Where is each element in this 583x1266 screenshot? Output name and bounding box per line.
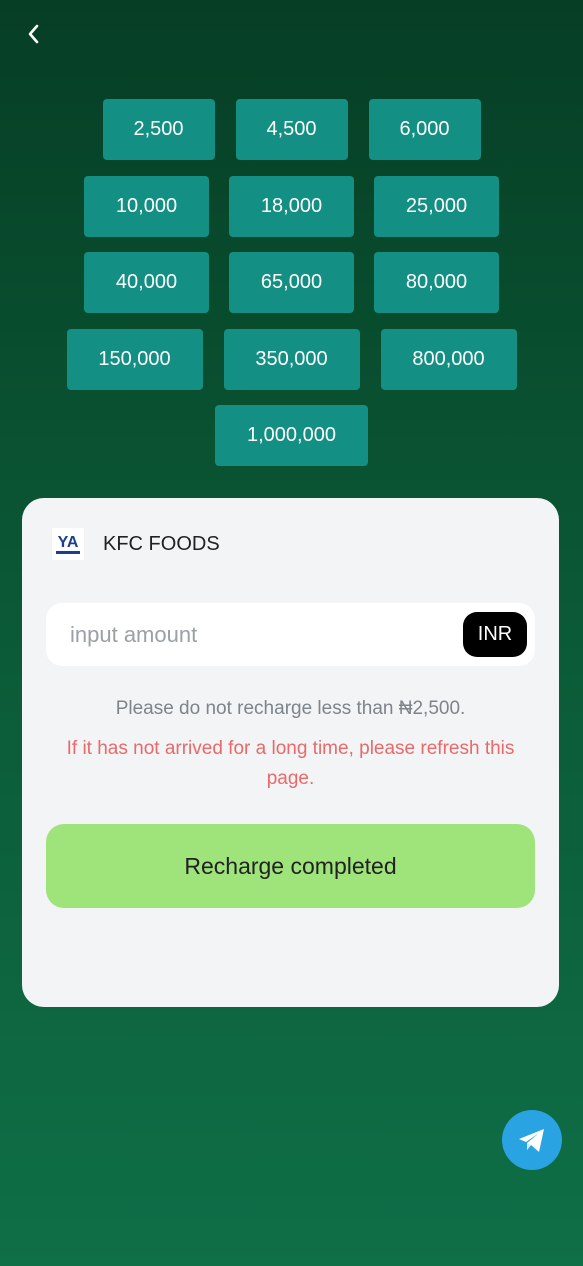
merchant-header: YA KFC FOODS: [52, 528, 220, 560]
amount-option[interactable]: 65,000: [229, 252, 354, 313]
svg-text:YA: YA: [58, 534, 79, 551]
amount-option[interactable]: 10,000: [84, 176, 209, 237]
amount-option[interactable]: 25,000: [374, 176, 499, 237]
back-button[interactable]: [20, 20, 48, 48]
amount-row-1: 2,500 4,500 6,000: [0, 99, 583, 160]
amount-input-wrapper: INR: [46, 603, 535, 666]
amount-option[interactable]: 6,000: [368, 99, 481, 160]
amount-row-5: 1,000,000: [0, 405, 583, 466]
amount-row-3: 40,000 65,000 80,000: [0, 252, 583, 313]
telegram-icon: [519, 1129, 544, 1152]
amount-option[interactable]: 800,000: [380, 329, 517, 390]
recharge-completed-button[interactable]: Recharge completed: [46, 824, 535, 908]
amount-option[interactable]: 2,500: [102, 99, 215, 160]
chevron-left-icon: [28, 24, 39, 44]
currency-badge[interactable]: INR: [463, 612, 527, 657]
payment-card: YA KFC FOODS INR Please do not recharge …: [22, 498, 559, 1007]
amount-option[interactable]: 350,000: [223, 329, 360, 390]
amount-input[interactable]: [46, 603, 446, 666]
amount-option[interactable]: 80,000: [374, 252, 499, 313]
merchant-logo: YA: [52, 528, 84, 560]
minimum-notice: Please do not recharge less than ₦2,500.: [115, 698, 466, 719]
amount-row-2: 10,000 18,000 25,000: [0, 176, 583, 237]
merchant-name: KFC FOODS: [103, 532, 220, 555]
amount-row-4: 150,000 350,000 800,000: [0, 329, 583, 390]
amount-option[interactable]: 150,000: [66, 329, 203, 390]
amount-option[interactable]: 40,000: [84, 252, 209, 313]
amount-option[interactable]: 4,500: [235, 99, 348, 160]
telegram-button[interactable]: [502, 1110, 562, 1170]
amount-option[interactable]: 18,000: [229, 176, 354, 237]
amount-option[interactable]: 1,000,000: [215, 405, 368, 466]
refresh-warning: If it has not arrived for a long time, p…: [66, 738, 515, 789]
